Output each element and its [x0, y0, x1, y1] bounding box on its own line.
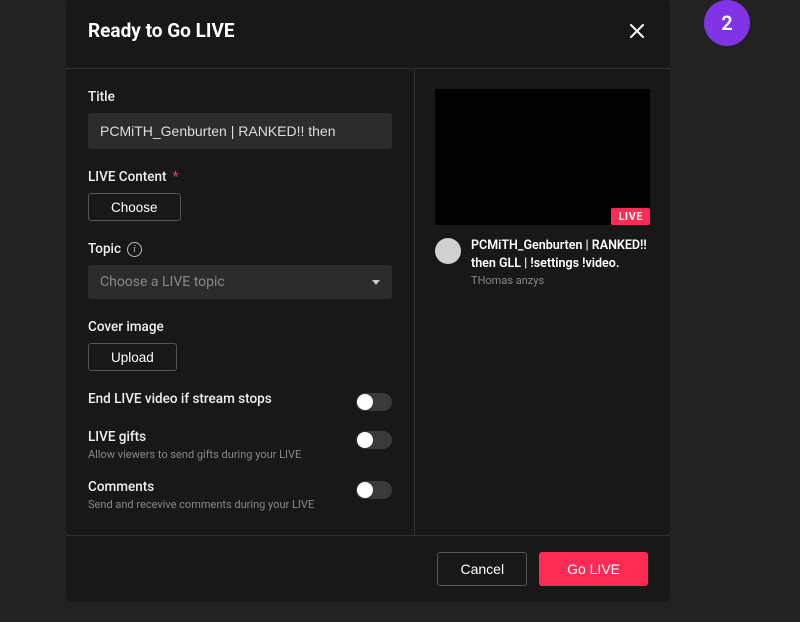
toggle-switch-end-live[interactable]	[356, 393, 392, 411]
topic-placeholder: Choose a LIVE topic	[100, 274, 225, 290]
required-asterisk: *	[173, 169, 179, 185]
cover-label: Cover image	[88, 319, 392, 335]
live-content-label: LIVE Content *	[88, 169, 392, 185]
live-content-label-text: LIVE Content	[88, 169, 167, 185]
toggle-texts: Comments Send and recevive comments duri…	[88, 479, 314, 511]
topic-group: Topic i Choose a LIVE topic	[88, 241, 392, 299]
step-badge: 2	[704, 0, 750, 46]
toggle-switch-gifts[interactable]	[356, 431, 392, 449]
go-live-modal: Ready to Go LIVE Title LIVE Content * Cho…	[66, 0, 670, 602]
toggle-label: LIVE gifts	[88, 429, 301, 445]
live-content-group: LIVE Content * Choose	[88, 169, 392, 221]
title-group: Title	[88, 89, 392, 149]
modal-body: Title LIVE Content * Choose Topic i Choos…	[66, 68, 670, 535]
toggle-knob	[357, 482, 373, 498]
cancel-button[interactable]: Cancel	[437, 552, 527, 586]
avatar	[435, 238, 461, 264]
toggle-label: End LIVE video if stream stops	[88, 391, 272, 407]
choose-button[interactable]: Choose	[88, 193, 181, 221]
toggle-texts: LIVE gifts Allow viewers to send gifts d…	[88, 429, 301, 461]
preview-title: PCMiTH_Genburten | RANKED!! then GLL | !…	[471, 237, 650, 272]
preview-text: PCMiTH_Genburten | RANKED!! then GLL | !…	[471, 237, 650, 287]
chevron-down-icon	[372, 280, 380, 285]
info-icon[interactable]: i	[127, 242, 142, 257]
toggle-label: Comments	[88, 479, 314, 495]
toggle-knob	[357, 432, 373, 448]
toggle-knob	[357, 394, 373, 410]
toggle-gifts: LIVE gifts Allow viewers to send gifts d…	[88, 429, 392, 461]
topic-label: Topic i	[88, 241, 392, 257]
preview-column: LIVE PCMiTH_Genburten | RANKED!! then GL…	[415, 69, 670, 535]
preview-user: THomas anzys	[471, 274, 650, 287]
title-input[interactable]	[88, 113, 392, 149]
form-column: Title LIVE Content * Choose Topic i Choos…	[66, 69, 415, 535]
go-live-button[interactable]: Go LIVE	[539, 552, 648, 586]
modal-title: Ready to Go LIVE	[88, 19, 235, 42]
toggle-comments: Comments Send and recevive comments duri…	[88, 479, 392, 511]
topic-select[interactable]: Choose a LIVE topic	[88, 265, 392, 299]
live-badge: LIVE	[611, 208, 650, 225]
toggle-switch-comments[interactable]	[356, 481, 392, 499]
upload-button[interactable]: Upload	[88, 343, 177, 371]
close-button[interactable]	[626, 20, 648, 42]
cover-group: Cover image Upload	[88, 319, 392, 371]
preview-info: PCMiTH_Genburten | RANKED!! then GLL | !…	[435, 237, 650, 287]
modal-header: Ready to Go LIVE	[66, 0, 670, 68]
toggle-sub: Allow viewers to send gifts during your …	[88, 448, 301, 461]
modal-footer: Cancel Go LIVE	[66, 535, 670, 602]
stream-preview: LIVE	[435, 89, 650, 225]
toggle-texts: End LIVE video if stream stops	[88, 391, 272, 407]
title-label: Title	[88, 89, 392, 105]
close-icon	[629, 23, 645, 39]
toggle-end-live: End LIVE video if stream stops	[88, 391, 392, 411]
topic-label-text: Topic	[88, 241, 121, 257]
toggle-sub: Send and recevive comments during your L…	[88, 498, 314, 511]
